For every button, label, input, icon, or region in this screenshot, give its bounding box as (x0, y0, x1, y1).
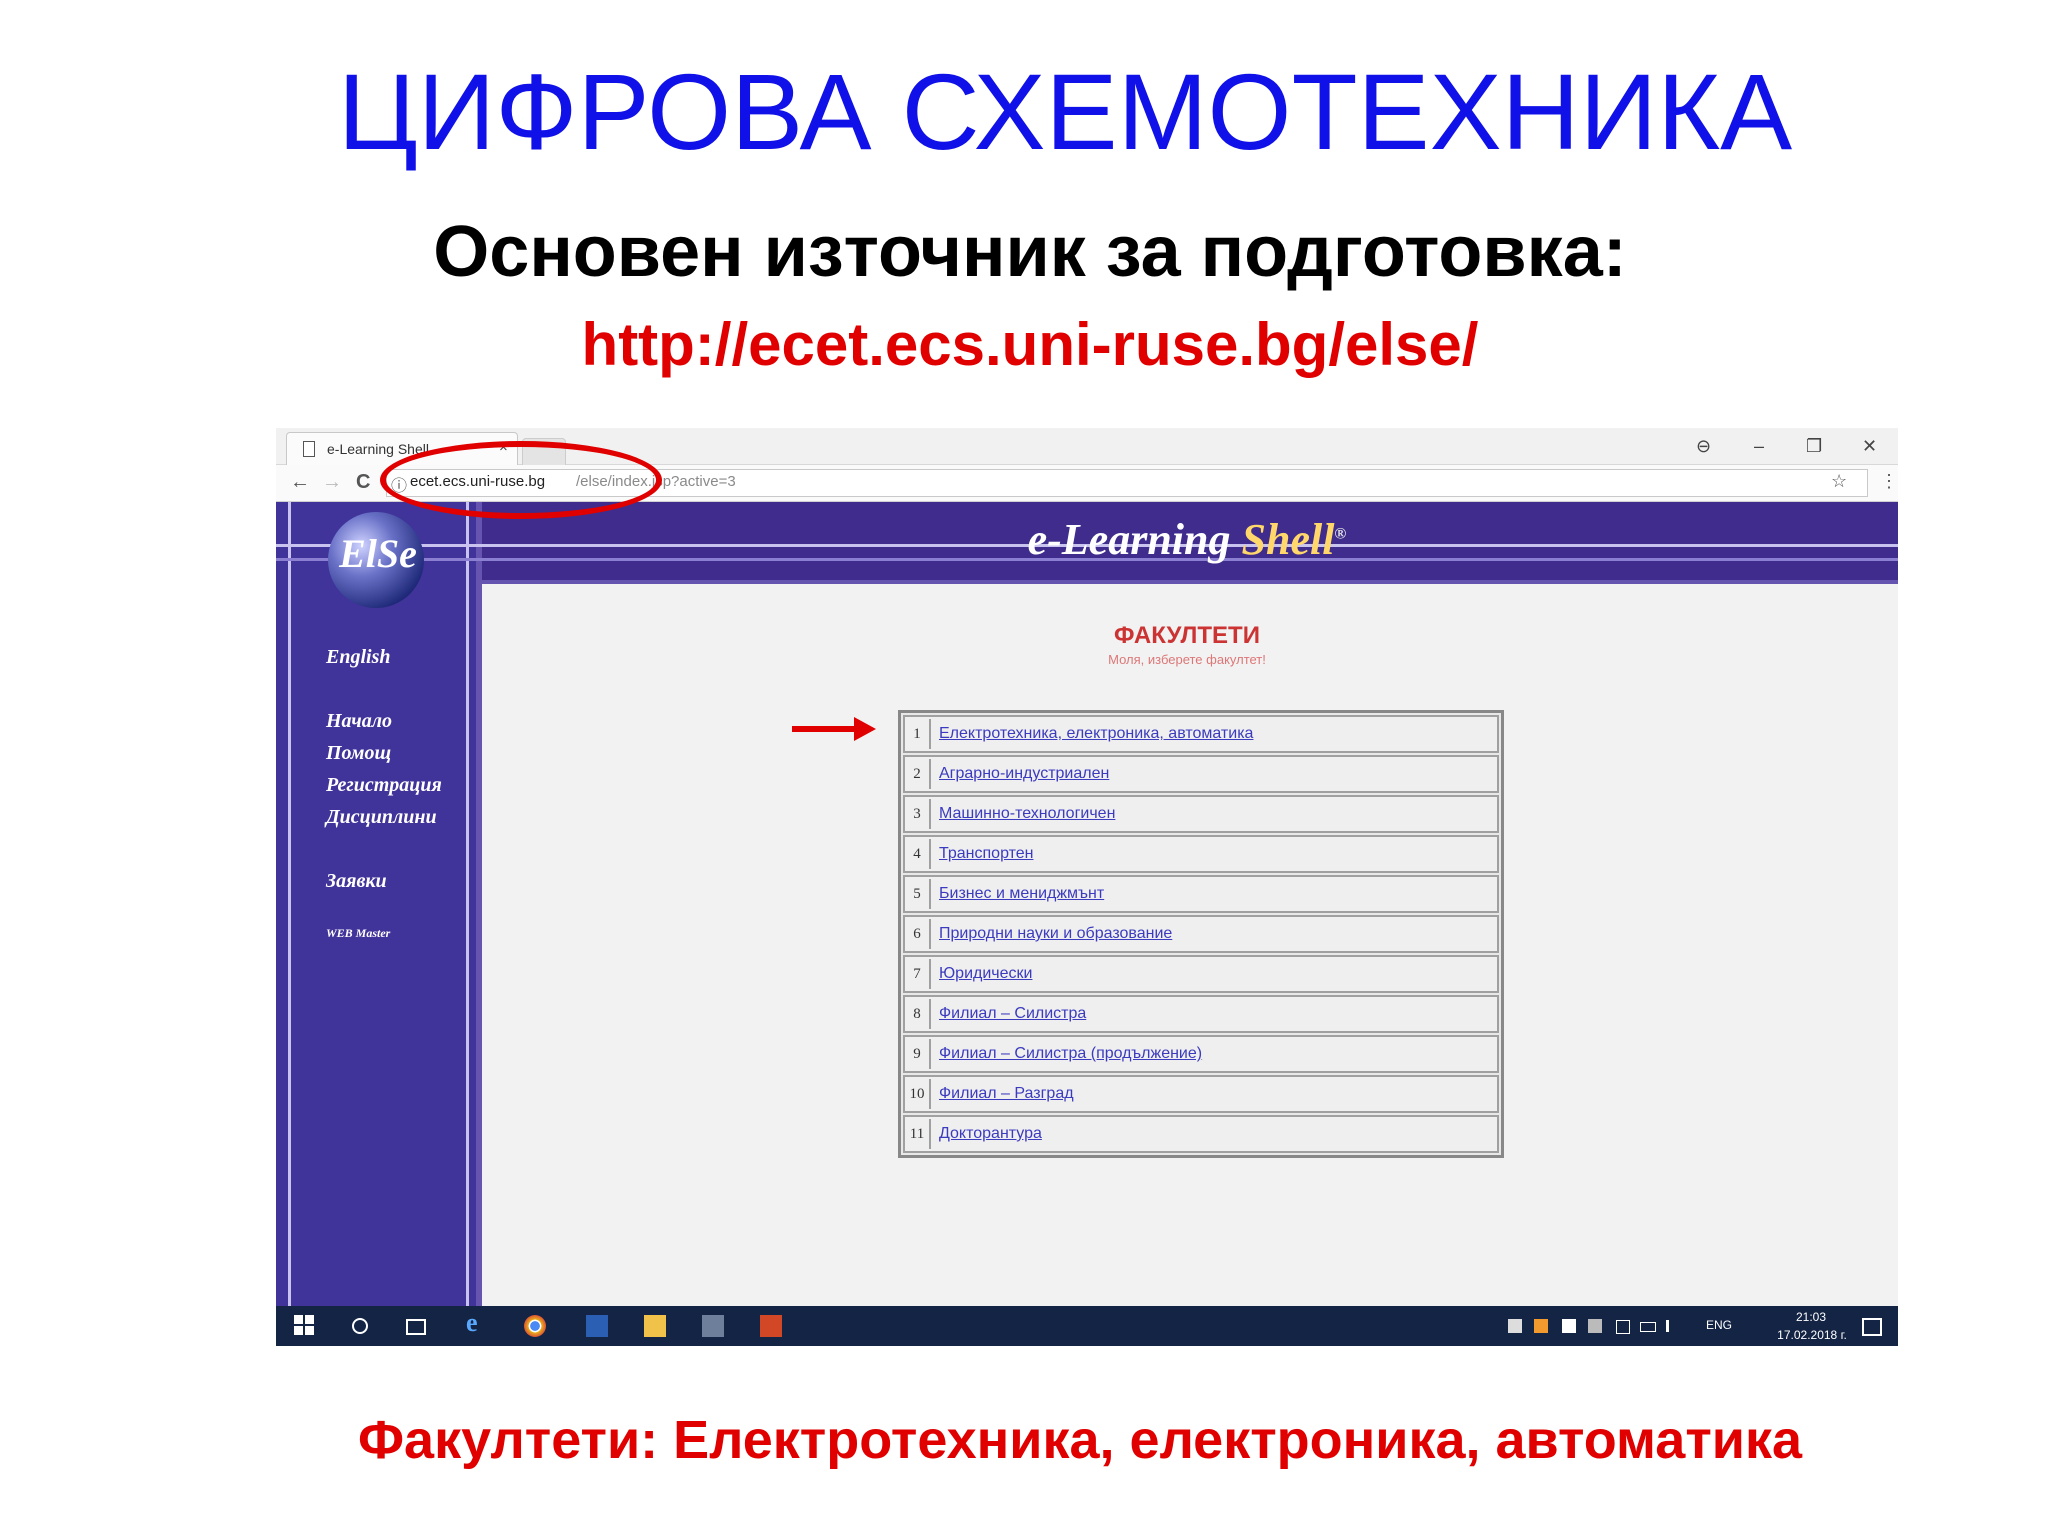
site-page: ElSe e-Learning Shell® English Начало По… (276, 502, 1898, 1306)
faculty-row: 5 Бизнес и мениджмънт (903, 875, 1499, 913)
logo-text: ElSe (339, 531, 417, 576)
faculty-row: 11 Докторантура (903, 1115, 1499, 1153)
faculty-row: 2 Аграрно-индустриален (903, 755, 1499, 793)
browser-menu-icon[interactable]: ⋮ (1880, 471, 1898, 492)
faculty-number: 2 (905, 759, 931, 789)
tray-icon[interactable] (1534, 1319, 1548, 1333)
faculty-link[interactable]: Юридически (931, 965, 1032, 983)
start-icon[interactable] (294, 1315, 316, 1337)
sidebar-line (466, 502, 469, 1306)
slide-subtitle: Основен източник за подготовка: (433, 212, 1627, 292)
word-icon[interactable] (586, 1315, 608, 1337)
sidebar-link-help[interactable]: Помощ (326, 742, 391, 765)
faculty-row: 6 Природни науки и образование (903, 915, 1499, 953)
faculty-row: 4 Транспортен (903, 835, 1499, 873)
site-brand: e-Learning Shell® (476, 514, 1898, 565)
clock-date[interactable]: 17.02.2018 г. (1752, 1328, 1872, 1342)
pointer-arrow-icon (792, 726, 856, 732)
account-icon[interactable]: ⊖ (1696, 436, 1711, 457)
faculty-link[interactable]: Аграрно-индустриален (931, 765, 1109, 783)
slide-caption: Факултети: Електротехника, електроника, … (357, 1410, 1803, 1470)
faculty-number: 1 (905, 719, 931, 749)
faculty-link[interactable]: Докторантура (931, 1125, 1042, 1143)
bookmark-star-icon[interactable]: ☆ (1831, 471, 1847, 492)
file-explorer-icon[interactable] (644, 1315, 666, 1337)
faculties-subtitle: Моля, изберете факултет! (1108, 652, 1266, 667)
search-icon[interactable] (352, 1318, 368, 1334)
task-view-icon[interactable] (406, 1319, 426, 1335)
faculty-link[interactable]: Филиал – Силистра (931, 1005, 1086, 1023)
brand-part-1: e-Learning (1027, 515, 1242, 564)
faculty-row: 8 Филиал – Силистра (903, 995, 1499, 1033)
restore-button[interactable]: ❐ (1806, 436, 1822, 457)
faculty-number: 4 (905, 839, 931, 869)
app-icon[interactable] (702, 1315, 724, 1337)
powerpoint-icon[interactable] (760, 1315, 782, 1337)
language-indicator[interactable]: ENG (1706, 1318, 1732, 1332)
faculty-number: 6 (905, 919, 931, 949)
faculty-link[interactable]: Филиал – Разград (931, 1085, 1074, 1103)
tray-icon[interactable] (1588, 1319, 1602, 1333)
faculties-table: 1 Електротехника, електроника, автоматика… (898, 710, 1504, 1158)
sidebar-link-requests[interactable]: Заявки (326, 870, 387, 893)
minimize-button[interactable]: – (1754, 436, 1764, 457)
faculty-number: 5 (905, 879, 931, 909)
faculty-number: 9 (905, 1039, 931, 1069)
faculty-number: 10 (905, 1079, 931, 1109)
network-icon[interactable] (1616, 1320, 1630, 1334)
browser-screenshot: e-Learning Shell × ⊖ – ❐ ✕ ← → C ⓘ ☆ ece… (276, 428, 1898, 1346)
tray-icon[interactable] (1508, 1319, 1522, 1333)
page-icon (303, 441, 315, 457)
chrome-icon[interactable] (524, 1315, 546, 1337)
sidebar-link-english[interactable]: English (326, 646, 390, 669)
faculty-row: 1 Електротехника, електроника, автоматика (903, 715, 1499, 753)
close-window-button[interactable]: ✕ (1862, 436, 1877, 457)
edge-browser-icon[interactable]: e (466, 1308, 488, 1337)
faculty-row: 10 Филиал – Разград (903, 1075, 1499, 1113)
sidebar-link-webmaster[interactable]: WEB Master (326, 926, 390, 941)
faculty-number: 11 (905, 1119, 931, 1149)
faculty-link[interactable]: Природни науки и образование (931, 925, 1172, 943)
faculty-link[interactable]: Машинно-технологичен (931, 805, 1115, 823)
brand-mark: ® (1334, 525, 1347, 543)
faculty-row: 3 Машинно-технологичен (903, 795, 1499, 833)
faculty-number: 3 (905, 799, 931, 829)
site-sidebar (276, 502, 476, 1306)
faculty-row: 7 Юридически (903, 955, 1499, 993)
faculty-link[interactable]: Бизнес и мениджмънт (931, 885, 1104, 903)
forward-icon[interactable]: → (322, 471, 342, 494)
windows-taskbar: e ENG 21:03 17.02.2018 г. (276, 1306, 1898, 1346)
volume-icon[interactable] (1666, 1320, 1681, 1332)
faculty-link[interactable]: Транспортен (931, 845, 1034, 863)
faculty-number: 7 (905, 959, 931, 989)
reload-icon[interactable]: C (356, 471, 370, 494)
sidebar-link-register[interactable]: Регистрация (326, 774, 442, 797)
clock-time[interactable]: 21:03 (1766, 1310, 1856, 1324)
battery-icon[interactable] (1640, 1322, 1656, 1332)
faculty-number: 8 (905, 999, 931, 1029)
notifications-icon[interactable] (1862, 1318, 1882, 1336)
shield-icon[interactable] (1562, 1319, 1576, 1333)
pointer-arrow-head (854, 717, 876, 741)
brand-part-2: Shell (1241, 515, 1335, 564)
faculties-title: ФАКУЛТЕТИ (1114, 622, 1260, 649)
faculty-link[interactable]: Електротехника, електроника, автоматика (931, 725, 1253, 743)
sidebar-line (288, 502, 291, 1306)
slide-url: http://ecet.ecs.uni-ruse.bg/else/ (581, 311, 1479, 378)
url-highlight-ellipse (380, 441, 662, 519)
faculty-row: 9 Филиал – Силистра (продължение) (903, 1035, 1499, 1073)
back-icon[interactable]: ← (290, 471, 310, 494)
slide-title: ЦИФРОВА СХЕМОТЕХНИКА (337, 51, 1793, 172)
sidebar-link-disciplines[interactable]: Дисциплини (326, 806, 437, 829)
faculty-link[interactable]: Филиал – Силистра (продължение) (931, 1045, 1202, 1063)
sidebar-link-home[interactable]: Начало (326, 710, 392, 733)
